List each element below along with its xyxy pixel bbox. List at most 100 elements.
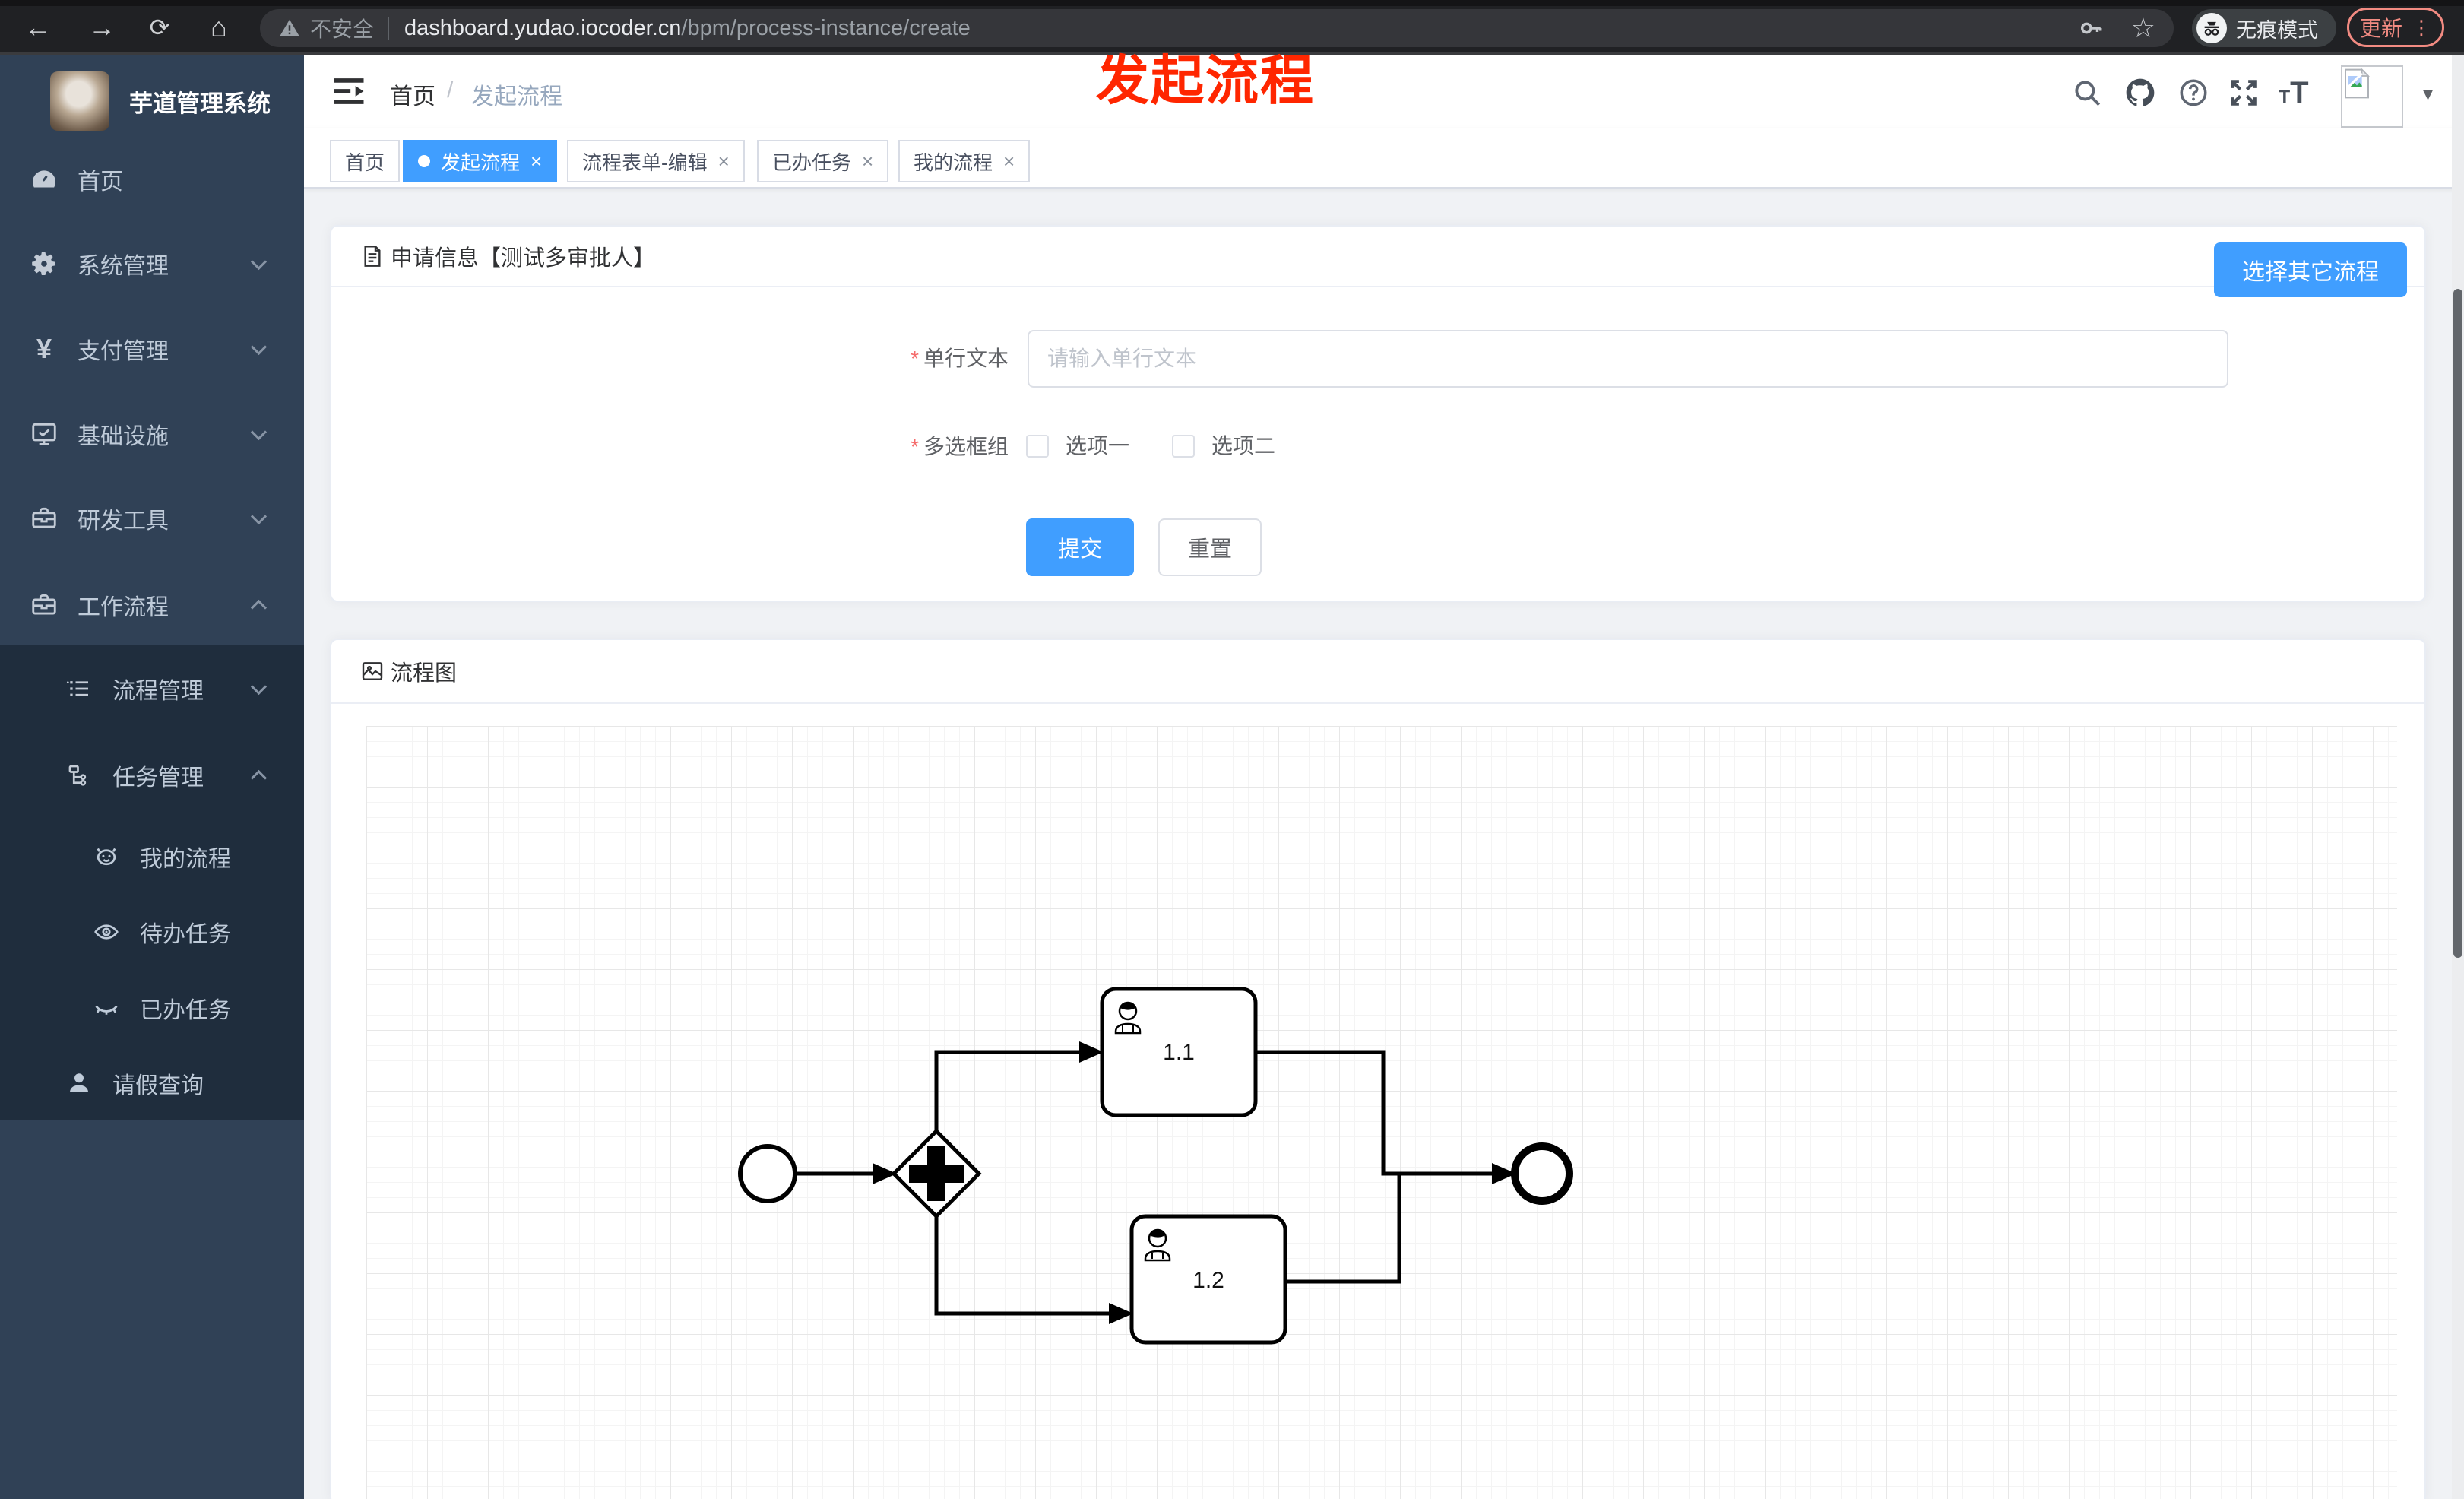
- sidebar-item-my-process[interactable]: 我的流程: [0, 814, 304, 899]
- flow-gateway-to-task2: [934, 1216, 1112, 1316]
- app-title: 芋道管理系统: [129, 90, 271, 117]
- diagram-card-header: 流程图: [331, 640, 2424, 704]
- process-diagram-card: 流程图 1.1 1.2: [330, 639, 2426, 1499]
- incognito-badge: 无痕模式: [2192, 9, 2336, 47]
- sidebar-item-label: 系统管理: [78, 254, 169, 279]
- user-task-1[interactable]: 1.1: [1100, 987, 1258, 1117]
- select-other-process-button[interactable]: 选择其它流程: [2214, 242, 2407, 297]
- sidebar-item-leave-query[interactable]: 请假查询: [0, 1041, 304, 1126]
- chevron-down-icon: [250, 508, 268, 524]
- chevron-down-icon: [250, 253, 268, 270]
- user-avatar[interactable]: [2341, 65, 2403, 128]
- option2-checkbox[interactable]: [1172, 435, 1195, 458]
- sidebar-item-process-mgmt[interactable]: 流程管理: [0, 646, 304, 731]
- sidebar-collapse-icon[interactable]: [329, 71, 369, 111]
- sidebar-item-label: 首页: [78, 170, 123, 195]
- diagram-card-title: 流程图: [391, 661, 458, 686]
- help-icon[interactable]: [2174, 73, 2213, 113]
- back-icon[interactable]: ←: [20, 9, 56, 46]
- sidebar-item-label: 我的流程: [140, 847, 231, 872]
- sidebar-item-label: 流程管理: [112, 679, 204, 704]
- reload-icon[interactable]: ⟳: [141, 9, 178, 46]
- annotation-title: 发起流程: [1096, 51, 1315, 110]
- scrollbar-thumb[interactable]: [2453, 289, 2462, 958]
- url-separator: [388, 17, 390, 40]
- key-icon[interactable]: [2078, 15, 2104, 41]
- github-icon[interactable]: [2120, 73, 2160, 113]
- sidebar-item-label: 工作流程: [78, 595, 169, 620]
- flow-task1-to-end: [1256, 1050, 1495, 1176]
- broken-image-icon: [2345, 68, 2370, 99]
- sidebar-item-label: 待办任务: [140, 922, 231, 947]
- tab-home[interactable]: 首页: [330, 140, 401, 182]
- flow-gateway-to-task1: [934, 1050, 1082, 1131]
- form-card-header: 申请信息【测试多审批人】: [331, 227, 2424, 287]
- bpmn-canvas[interactable]: 1.1 1.2: [366, 726, 2397, 1499]
- dashboard-icon: [29, 164, 59, 195]
- fullscreen-icon[interactable]: [2224, 73, 2263, 113]
- font-size-icon[interactable]: TT: [2274, 73, 2314, 113]
- reset-button[interactable]: 重置: [1158, 518, 1262, 576]
- sidebar-item-devtools[interactable]: 研发工具: [0, 476, 304, 561]
- bpmn-diagram: 1.1 1.2: [738, 987, 1573, 1345]
- avatar-dropdown-caret[interactable]: ▾: [2423, 82, 2433, 106]
- text-field-label: * 单行文本: [911, 347, 1009, 370]
- submit-button[interactable]: 提交: [1026, 518, 1134, 576]
- tab-start-process[interactable]: 发起流程 ×: [403, 140, 558, 182]
- user-task-2[interactable]: 1.2: [1129, 1214, 1287, 1345]
- sidebar-item-done-tasks[interactable]: 已办任务: [0, 965, 304, 1051]
- bookmark-star-icon[interactable]: ☆: [2131, 14, 2155, 42]
- gear-icon: [29, 249, 59, 279]
- closed-eye-icon: [91, 993, 122, 1023]
- incognito-label: 无痕模式: [2236, 18, 2318, 42]
- search-icon[interactable]: [2067, 73, 2107, 113]
- update-label: 更新: [2359, 17, 2402, 40]
- checkbox-group-label: * 多选框组: [911, 435, 1009, 458]
- sidebar-item-workflow[interactable]: 工作流程: [0, 563, 304, 648]
- org-tree-icon: [64, 760, 94, 791]
- list-tree-icon: [64, 673, 94, 704]
- start-event[interactable]: [738, 1144, 797, 1203]
- option1-label[interactable]: 选项一: [1066, 433, 1129, 459]
- tab-close-icon[interactable]: ×: [718, 150, 730, 173]
- url-host: dashboard.yudao.iocoder.cn: [404, 15, 682, 40]
- required-mark: *: [911, 347, 919, 370]
- tab-close-icon[interactable]: ×: [530, 150, 542, 173]
- toolbox-icon: [29, 503, 59, 534]
- option2-label[interactable]: 选项二: [1211, 433, 1275, 459]
- warning-icon: [280, 19, 299, 36]
- incognito-icon: [2196, 13, 2227, 43]
- tab-process-form-edit[interactable]: 流程表单-编辑 ×: [567, 140, 745, 182]
- breadcrumb-home[interactable]: 首页: [390, 78, 435, 111]
- sidebar-item-system[interactable]: 系统管理: [0, 221, 304, 306]
- tab-close-icon[interactable]: ×: [1003, 150, 1015, 173]
- tab-label: 流程表单-编辑: [582, 151, 708, 174]
- chrome-menu-icon[interactable]: ⋮: [2412, 17, 2431, 37]
- sidebar-item-todo-tasks[interactable]: 待办任务: [0, 889, 304, 975]
- option1-checkbox[interactable]: [1026, 435, 1049, 458]
- home-icon[interactable]: ⌂: [201, 9, 237, 46]
- security-label[interactable]: 不安全: [310, 13, 374, 43]
- sidebar-item-label: 支付管理: [78, 339, 169, 364]
- sidebar-item-home[interactable]: 首页: [0, 137, 304, 222]
- application-form-card: 申请信息【测试多审批人】 选择其它流程 *单行文本 *多选框组 选项一 选项二 …: [330, 225, 2426, 602]
- end-event[interactable]: [1511, 1142, 1573, 1205]
- yen-icon: ¥: [36, 333, 52, 364]
- tab-bar: 首页 发起流程 × 流程表单-编辑 × 已办任务 × 我的流程 ×: [304, 128, 2464, 189]
- app-header: 首页 / 发起流程 TT ▾: [304, 55, 2464, 128]
- page-scrollbar[interactable]: [2452, 55, 2464, 1499]
- sidebar-item-payment[interactable]: ¥ 支付管理: [0, 306, 304, 391]
- tab-my-process[interactable]: 我的流程 ×: [898, 140, 1031, 182]
- sidebar-item-label: 任务管理: [112, 765, 204, 791]
- form-card-title: 申请信息【测试多审批人】: [391, 246, 656, 271]
- tab-done-tasks[interactable]: 已办任务 ×: [757, 140, 889, 182]
- chevron-down-icon: [250, 423, 268, 440]
- forward-icon[interactable]: →: [84, 9, 120, 46]
- parallel-gateway[interactable]: [891, 1128, 982, 1219]
- tab-close-icon[interactable]: ×: [862, 150, 873, 173]
- single-line-text-input[interactable]: [1028, 330, 2228, 388]
- update-button[interactable]: 更新 ⋮: [2347, 8, 2444, 47]
- sidebar-item-infrastructure[interactable]: 基础设施: [0, 391, 304, 477]
- sidebar-item-task-mgmt[interactable]: 任务管理: [0, 733, 304, 818]
- task-label: 1.2: [1192, 1268, 1224, 1293]
